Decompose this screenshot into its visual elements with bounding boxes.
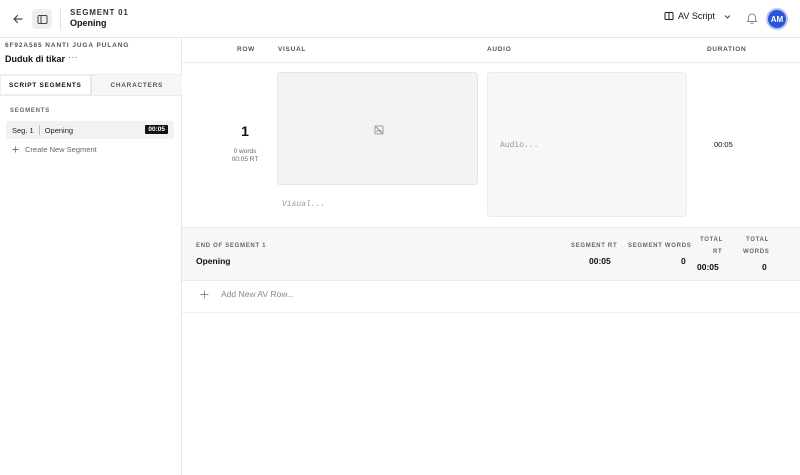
column-header-audio: AUDIO [487, 46, 512, 53]
segment-duration-badge: 00:05 [145, 125, 168, 134]
tab-characters[interactable]: CHARACTERS [92, 75, 183, 95]
row-duration: 00:05 [714, 140, 733, 149]
segment-summary: END OF SEGMENT 1 Opening SEGMENT RT 00:0… [182, 227, 800, 281]
total-words-label-line1: TOTAL [746, 237, 769, 243]
segment-rt-label: SEGMENT RT [571, 243, 618, 249]
create-segment-button[interactable]: Create New Segment [12, 145, 97, 154]
add-row-divider [182, 312, 800, 313]
header-divider-line [182, 62, 800, 63]
create-segment-label: Create New Segment [25, 145, 97, 154]
project-id: 6F92A585 NANTI JUGA PULANG [5, 42, 130, 49]
total-words-label-line2: WORDS [743, 249, 770, 255]
notification-bell-icon[interactable] [745, 11, 759, 25]
sidebar-tabs: SCRIPT SEGMENTS CHARACTERS [0, 74, 182, 96]
row-word-count: 0 words [233, 148, 257, 155]
more-options-icon[interactable]: ··· [68, 52, 78, 63]
total-words-value: 0 [762, 262, 767, 272]
visual-text-input[interactable]: Visual... [282, 200, 325, 209]
left-sidebar: 6F92A585 NANTI JUGA PULANG Duduk di tika… [0, 38, 182, 475]
top-bar: SEGMENT 01 Opening AV Script AM [0, 0, 800, 38]
segment-eyebrow: SEGMENT 01 [70, 8, 129, 17]
segment-rt-value: 00:05 [589, 256, 611, 266]
tab-script-segments[interactable]: SCRIPT SEGMENTS [0, 75, 92, 95]
segments-heading: SEGMENTS [10, 108, 51, 114]
audio-placeholder: Audio... [500, 141, 539, 150]
add-av-row-button[interactable]: Add New AV Row... [200, 289, 294, 299]
add-av-row-label: Add New AV Row... [221, 289, 295, 299]
project-name: Duduk di tikar [5, 54, 66, 64]
segment-words-value: 0 [681, 256, 686, 266]
segment-words-label: SEGMENT WORDS [628, 243, 692, 249]
av-script-table: ROW VISUAL AUDIO DURATION 1 0 words 00:0… [182, 38, 800, 475]
header-divider [60, 8, 61, 30]
image-off-icon [374, 125, 384, 135]
chevron-down-icon [724, 14, 731, 19]
segment-separator [38, 125, 40, 135]
end-of-segment-label: END OF SEGMENT 1 [196, 243, 267, 249]
column-header-visual: VISUAL [278, 46, 307, 53]
book-icon [664, 12, 674, 20]
row-running-time: 00:05 RT [231, 156, 259, 163]
sidebar-toggle-icon[interactable] [32, 9, 52, 29]
segment-item-title: Opening [44, 125, 74, 135]
segment-number: Seg. 1 [12, 125, 34, 135]
column-header-row: ROW [237, 46, 255, 53]
user-avatar[interactable]: AM [766, 8, 788, 30]
total-rt-label-line2: RT [713, 249, 723, 255]
row-number: 1 [241, 123, 249, 139]
back-arrow-icon[interactable] [9, 10, 27, 28]
column-header-duration: DURATION [707, 46, 747, 53]
segment-title: Opening [70, 18, 107, 28]
total-rt-value: 00:05 [697, 262, 719, 272]
summary-segment-name: Opening [196, 256, 231, 266]
segment-list-item[interactable]: Seg. 1 Opening 00:05 [6, 121, 174, 139]
plus-icon [200, 290, 209, 298]
total-rt-label-line1: TOTAL [700, 237, 723, 243]
visual-image-dropzone[interactable] [277, 72, 478, 185]
plus-icon [12, 146, 19, 153]
audio-text-input[interactable]: Audio... [487, 72, 687, 217]
view-switch-dropdown[interactable]: AV Script [664, 11, 732, 21]
view-switch-label: AV Script [678, 11, 715, 21]
